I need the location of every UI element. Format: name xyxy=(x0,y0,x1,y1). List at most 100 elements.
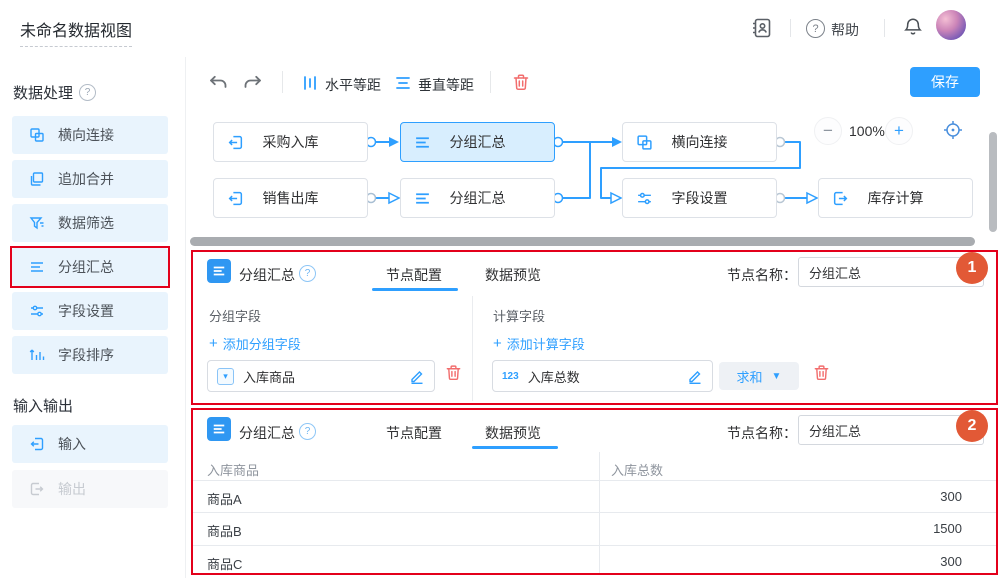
active-tab-underline xyxy=(372,288,458,291)
column-divider xyxy=(472,296,473,401)
flow-node-purchase-in[interactable]: 采购入库 xyxy=(213,122,368,162)
flow-node-group-summary-2[interactable]: 分组汇总 xyxy=(400,178,555,218)
filter-icon xyxy=(29,215,45,231)
bell-icon[interactable] xyxy=(902,16,924,38)
append-merge-icon xyxy=(29,171,45,187)
add-calc-field-link[interactable]: + 添加计算字段 xyxy=(493,334,585,353)
help-icon[interactable]: ? xyxy=(299,265,316,282)
sidebar-item-append[interactable]: 追加合并 xyxy=(12,160,168,198)
input-node-icon xyxy=(29,436,45,452)
field-name: 入库商品 xyxy=(243,367,295,386)
annotation-badge-2: 2 xyxy=(956,410,988,442)
horizontal-spacing-label[interactable]: 水平等距 xyxy=(325,75,381,95)
calc-fields-label: 计算字段 xyxy=(493,306,545,325)
delete-icon[interactable] xyxy=(512,73,530,92)
undo-icon[interactable] xyxy=(208,73,228,91)
zoom-level: 100% xyxy=(849,123,885,139)
add-group-field-link[interactable]: + 添加分组字段 xyxy=(209,334,301,353)
save-button[interactable]: 保存 xyxy=(910,67,980,97)
edit-icon[interactable] xyxy=(409,368,425,384)
flow-node-field-settings[interactable]: 字段设置 xyxy=(622,178,777,218)
avatar[interactable] xyxy=(936,10,966,40)
group-fields-label: 分组字段 xyxy=(209,306,261,325)
add-group-field-label: 添加分组字段 xyxy=(223,334,301,353)
table-header-total: 入库总数 xyxy=(611,460,663,479)
tab-node-config[interactable]: 节点配置 xyxy=(386,265,442,285)
zoom-in-button[interactable]: + xyxy=(885,117,913,145)
plus-icon: + xyxy=(493,335,502,352)
horizontal-scrollbar[interactable] xyxy=(190,237,975,246)
flow-node-group-summary-1[interactable]: 分组汇总 xyxy=(400,122,555,162)
output-node-icon xyxy=(832,190,849,207)
table-cell-product: 商品A xyxy=(207,489,242,508)
annotation-badge-1: 1 xyxy=(956,252,988,284)
group-summary-icon xyxy=(29,259,45,275)
tab-data-preview[interactable]: 数据预览 xyxy=(485,265,541,285)
page-title[interactable]: 未命名数据视图 xyxy=(20,17,132,47)
help-icon[interactable]: ? xyxy=(299,423,316,440)
active-tab-underline xyxy=(472,446,558,449)
help-link[interactable]: 帮助 xyxy=(831,20,859,40)
flow-node-stock-calc[interactable]: 库存计算 xyxy=(818,178,973,218)
toolbar-divider xyxy=(490,71,491,93)
sidebar-item-group-summary[interactable]: 分组汇总 xyxy=(12,248,168,286)
header-divider xyxy=(884,19,885,37)
group-summary-icon xyxy=(414,134,431,151)
canvas-toolbar: 水平等距 垂直等距 保存 xyxy=(186,57,1000,109)
flow-canvas[interactable]: 采购入库 分组汇总 横向连接 xyxy=(186,108,1000,250)
vertical-spacing-icon[interactable] xyxy=(395,75,411,91)
edit-icon[interactable] xyxy=(687,368,703,384)
tab-data-preview[interactable]: 数据预览 xyxy=(485,423,541,443)
horizontal-join-icon xyxy=(636,134,653,151)
sidebar-section-io: 输入输出 xyxy=(13,395,73,416)
flow-node-sales-out[interactable]: 销售出库 xyxy=(213,178,368,218)
zoom-out-button[interactable]: − xyxy=(814,117,842,145)
sidebar-item-label: 数据筛选 xyxy=(58,213,114,233)
redo-icon[interactable] xyxy=(243,73,263,91)
section-label: 输入输出 xyxy=(13,395,73,416)
tab-node-config[interactable]: 节点配置 xyxy=(386,423,442,443)
contacts-icon[interactable] xyxy=(750,16,774,40)
chevron-down-icon: ▼ xyxy=(772,371,782,382)
sidebar-item-input[interactable]: 输入 xyxy=(12,425,168,463)
sidebar-item-field-settings[interactable]: 字段设置 xyxy=(12,292,168,330)
node-label: 销售出库 xyxy=(263,188,319,208)
delete-calc-field-icon[interactable] xyxy=(813,364,830,382)
sidebar-item-join[interactable]: 横向连接 xyxy=(12,116,168,154)
group-summary-icon xyxy=(414,190,431,207)
node-config-panel: 分组汇总 ? 节点配置 数据预览 节点名称： 1 分组字段 + 添加分组字段 ▾… xyxy=(191,250,998,405)
horizontal-spacing-icon[interactable] xyxy=(302,75,318,91)
calc-field-chip[interactable]: 123 入库总数 xyxy=(492,360,713,392)
vertical-spacing-label[interactable]: 垂直等距 xyxy=(418,75,474,95)
help-icon[interactable]: ? xyxy=(806,19,825,38)
group-field-chip[interactable]: ▾ 入库商品 xyxy=(207,360,435,392)
panel-title: 分组汇总 xyxy=(239,265,295,285)
sliders-icon xyxy=(636,190,653,207)
select-field-icon: ▾ xyxy=(217,368,234,385)
add-calc-field-label: 添加计算字段 xyxy=(507,334,585,353)
sidebar-item-field-sort[interactable]: 字段排序 xyxy=(12,336,168,374)
group-summary-node-icon xyxy=(207,417,231,441)
sidebar-item-output: 输出 xyxy=(12,470,168,508)
table-cell-total: 300 xyxy=(940,489,962,504)
node-label: 字段设置 xyxy=(672,188,728,208)
sidebar-item-filter[interactable]: 数据筛选 xyxy=(12,204,168,242)
locate-icon[interactable] xyxy=(942,119,964,141)
help-icon[interactable]: ? xyxy=(79,84,96,101)
header-divider xyxy=(790,19,791,37)
vertical-scrollbar[interactable] xyxy=(989,132,997,232)
plus-icon: + xyxy=(209,335,218,352)
table-cell-product: 商品B xyxy=(207,521,242,540)
node-name-label: 节点名称： xyxy=(727,265,797,285)
sidebar: 数据处理 ? 横向连接 追加合并 xyxy=(0,57,186,578)
panel-title: 分组汇总 xyxy=(239,423,295,443)
delete-group-field-icon[interactable] xyxy=(445,364,462,382)
aggregation-dropdown[interactable]: 求和 ▼ xyxy=(719,362,799,390)
table-header-product: 入库商品 xyxy=(207,460,259,479)
node-label: 库存计算 xyxy=(868,188,924,208)
sidebar-item-label: 输出 xyxy=(58,479,86,499)
sidebar-item-label: 追加合并 xyxy=(58,169,114,189)
input-node-icon xyxy=(227,134,244,151)
sidebar-item-label: 字段排序 xyxy=(58,345,114,365)
flow-node-join[interactable]: 横向连接 xyxy=(622,122,777,162)
